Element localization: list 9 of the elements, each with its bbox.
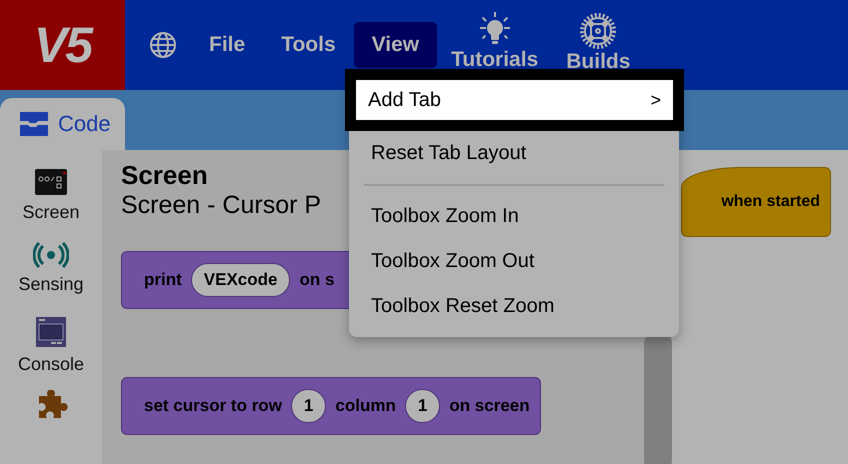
submenu-arrow: >: [650, 90, 661, 110]
logo: V5: [0, 0, 125, 90]
block-text: column: [335, 396, 396, 416]
palette-subtitle: Screen - Cursor P: [121, 191, 322, 220]
block-text: print: [144, 270, 182, 290]
block-text: set cursor to row: [144, 396, 282, 416]
block-text: on s: [299, 270, 334, 290]
block-text: on screen: [449, 396, 530, 416]
palette-title: Screen: [121, 160, 208, 191]
